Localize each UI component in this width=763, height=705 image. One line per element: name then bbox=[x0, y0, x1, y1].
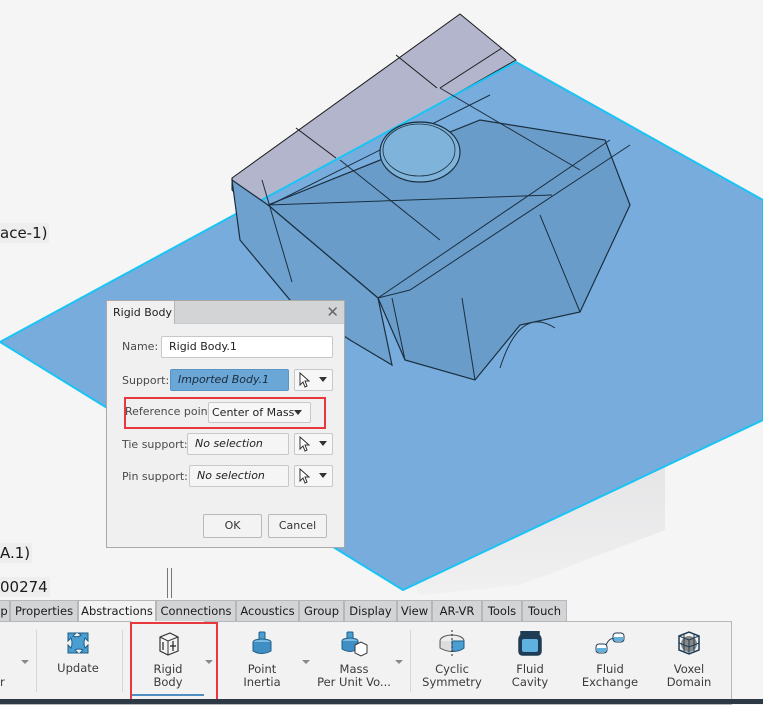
tool-label: Body bbox=[153, 675, 183, 689]
splitter-handle[interactable] bbox=[167, 568, 172, 598]
tab-acoustics[interactable]: Acoustics bbox=[236, 600, 299, 621]
tie-support-picker-button[interactable] bbox=[294, 433, 333, 455]
tool-label: Cyclic bbox=[435, 662, 469, 676]
close-icon[interactable]: ✕ bbox=[326, 302, 339, 322]
cancel-button[interactable]: Cancel bbox=[268, 514, 327, 538]
dialog-title-bar[interactable]: Rigid Body ✕ bbox=[107, 301, 344, 324]
tree-node-label[interactable]: ace-1) bbox=[0, 223, 50, 243]
tool-label: Point bbox=[247, 662, 277, 676]
tab-connections[interactable]: Connections bbox=[156, 600, 236, 621]
tab-properties[interactable]: Properties bbox=[10, 600, 78, 621]
fluid-cavity-button[interactable]: Fluid Cavity bbox=[500, 621, 560, 705]
chevron-down-icon bbox=[319, 441, 327, 446]
rigid-body-icon bbox=[159, 632, 179, 656]
tree-node-label[interactable]: 00274 bbox=[0, 577, 50, 597]
pin-support-field[interactable]: No selection bbox=[189, 465, 289, 487]
tool-label: Fluid bbox=[516, 662, 544, 676]
point-inertia-icon bbox=[252, 631, 272, 654]
ribbon-margin bbox=[732, 621, 763, 704]
rigid-body-dropdown-arrow[interactable] bbox=[205, 660, 213, 664]
tool-label: Fluid bbox=[596, 662, 624, 676]
support-picker-button[interactable] bbox=[294, 369, 333, 391]
update-icon bbox=[67, 632, 89, 654]
chevron-down-icon[interactable] bbox=[21, 660, 29, 664]
dialog-title: Rigid Body bbox=[107, 301, 175, 324]
tool-label: r bbox=[0, 675, 5, 689]
tab-ar-vr[interactable]: AR-VR bbox=[432, 600, 482, 621]
point-inertia-button[interactable]: Point Inertia bbox=[232, 621, 292, 705]
tab-touch[interactable]: Touch bbox=[522, 600, 567, 621]
voxel-domain-button[interactable]: Voxel Domain bbox=[660, 621, 718, 705]
ribbon-separator bbox=[122, 630, 123, 692]
ribbon-tab-bar: p Properties Abstractions Connections Ac… bbox=[0, 600, 763, 621]
tie-support-field[interactable]: No selection bbox=[187, 433, 289, 455]
ribbon-separator bbox=[410, 630, 411, 692]
tool-label: Cavity bbox=[511, 675, 549, 689]
tool-label: Voxel bbox=[673, 662, 705, 676]
tab-tools[interactable]: Tools bbox=[482, 600, 522, 621]
tool-label: Per Unit Vo... bbox=[317, 675, 391, 689]
tool-label: Update bbox=[57, 661, 99, 675]
voxel-domain-icon bbox=[678, 631, 700, 655]
reference-point-dropdown[interactable]: Center of Mass bbox=[208, 402, 311, 423]
chevron-down-icon bbox=[294, 410, 302, 415]
chevron-down-icon[interactable] bbox=[395, 660, 403, 664]
tab-group[interactable]: Group bbox=[299, 600, 344, 621]
chevron-down-icon bbox=[319, 377, 327, 382]
tool-label: Symmetry bbox=[422, 675, 482, 689]
ribbon-separator bbox=[36, 630, 37, 692]
tool-label: Rigid bbox=[153, 662, 183, 676]
mass-per-unit-volume-button[interactable]: Mass Per Unit Vo... bbox=[312, 621, 396, 705]
reference-point-label: Reference point: bbox=[125, 405, 216, 418]
tool-label: Domain bbox=[666, 675, 712, 689]
cursor-select-icon bbox=[299, 372, 311, 388]
support-field[interactable]: Imported Body.1 bbox=[170, 369, 289, 391]
pin-support-label: Pin support: bbox=[122, 470, 188, 483]
reference-point-value: Center of Mass bbox=[212, 406, 295, 419]
fluid-exchange-icon bbox=[595, 632, 625, 654]
rigid-body-button[interactable]: Rigid Body bbox=[131, 621, 204, 696]
support-label: Support: bbox=[122, 374, 170, 387]
fluid-cavity-icon bbox=[518, 631, 542, 656]
name-label: Name: bbox=[122, 340, 159, 353]
body-boss bbox=[379, 121, 461, 183]
taskbar bbox=[0, 699, 763, 704]
ok-button[interactable]: OK bbox=[203, 514, 262, 538]
mass-per-unit-volume-icon bbox=[341, 631, 368, 657]
update-button[interactable]: Update bbox=[52, 621, 104, 705]
tool-label: Exchange bbox=[581, 675, 639, 689]
cyclic-symmetry-icon bbox=[439, 630, 465, 658]
chevron-down-icon[interactable] bbox=[302, 660, 310, 664]
tie-support-label: Tie support: bbox=[122, 438, 188, 451]
name-field[interactable]: Rigid Body.1 bbox=[161, 336, 333, 358]
pin-support-picker-button[interactable] bbox=[294, 465, 333, 487]
fluid-exchange-button[interactable]: Fluid Exchange bbox=[578, 621, 642, 705]
tool-label: Mass bbox=[339, 662, 369, 676]
tab-view[interactable]: View bbox=[397, 600, 432, 621]
tab-display[interactable]: Display bbox=[344, 600, 397, 621]
tab-truncated[interactable]: p bbox=[0, 600, 10, 621]
cyclic-symmetry-button[interactable]: Cyclic Symmetry bbox=[420, 621, 484, 705]
tool-label: Inertia bbox=[243, 675, 281, 689]
chevron-down-icon bbox=[319, 473, 327, 478]
tab-abstractions[interactable]: Abstractions bbox=[78, 600, 156, 621]
cursor-select-icon bbox=[299, 436, 311, 452]
cursor-select-icon bbox=[299, 468, 311, 484]
tree-node-label[interactable]: A.1) bbox=[0, 543, 33, 563]
